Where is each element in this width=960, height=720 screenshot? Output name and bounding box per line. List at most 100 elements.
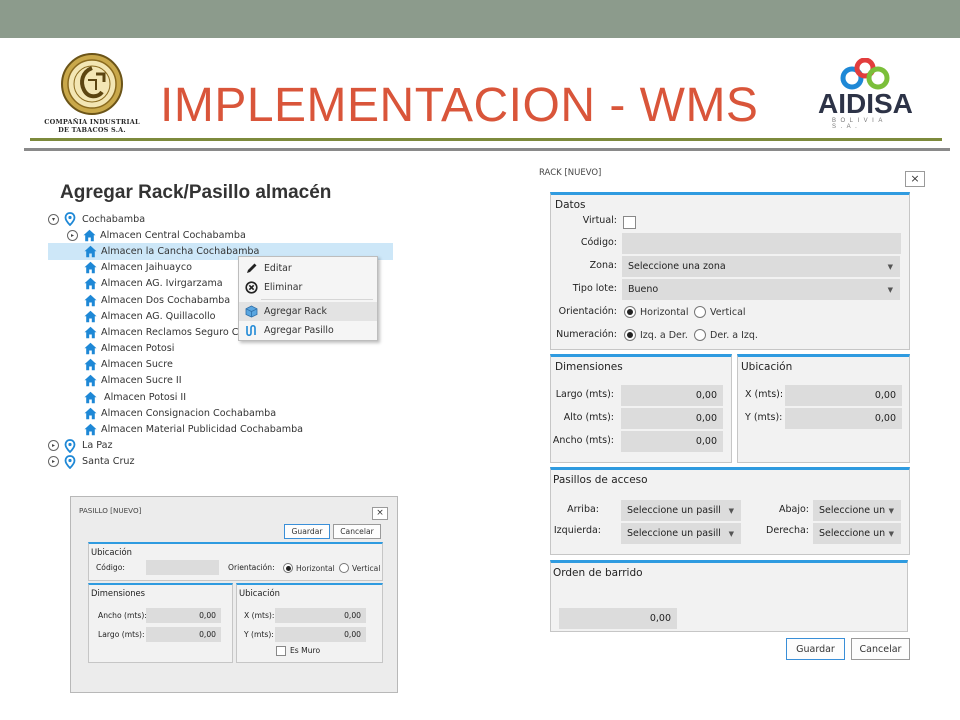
- orden-input[interactable]: 0,00: [559, 608, 677, 629]
- menu-item-agregar-rack[interactable]: Agregar Rack: [239, 302, 377, 321]
- dropdown-arrow-icon: ▼: [728, 529, 734, 538]
- tree-node-warehouse[interactable]: Almacen Material Publicidad Cochabamba: [48, 421, 393, 437]
- menu-item-agregar-pasillo[interactable]: Agregar Pasillo: [239, 321, 377, 340]
- abajo-label: Abajo:: [778, 504, 809, 515]
- dropdown-arrow-icon: ▼: [888, 506, 894, 515]
- radio-label: Der. a Izq.: [710, 329, 758, 341]
- orientacion-horizontal-radio[interactable]: Horizontal: [624, 306, 689, 318]
- numeracion-der-izq-radio[interactable]: Der. a Izq.: [694, 329, 758, 341]
- y-input[interactable]: 0,00: [785, 408, 902, 429]
- pasillo-x-input[interactable]: 0,00: [275, 608, 366, 623]
- warehouse-house-icon: [84, 359, 97, 371]
- pasillo-y-input[interactable]: 0,00: [275, 627, 366, 642]
- arriba-select[interactable]: Seleccione un pasill ▼: [621, 500, 741, 521]
- abajo-select[interactable]: Seleccione un ▼: [813, 500, 901, 521]
- tree-node-label: Almacen AG. Ivirgarzama: [101, 278, 223, 290]
- pasillo-largo-input[interactable]: 0,00: [146, 627, 221, 642]
- pasillo-guardar-button[interactable]: Guardar: [284, 524, 330, 539]
- es-muro-label: Es Muro: [290, 646, 321, 655]
- tipo-lote-value: Bueno: [628, 284, 659, 295]
- pasillo-dimensiones-group: Dimensiones Ancho (mts): 0,00 Largo (mts…: [88, 583, 233, 663]
- pasillo-codigo-input[interactable]: [146, 560, 219, 575]
- pasillo-ancho-input[interactable]: 0,00: [146, 608, 221, 623]
- pasillo-x-label: X (mts):: [244, 611, 275, 620]
- numeracion-izq-der-radio[interactable]: Izq. a Der.: [624, 329, 688, 341]
- numeracion-label: Numeración:: [556, 329, 617, 340]
- pasillo-dialog-title: PASILLO [NUEVO]: [79, 506, 142, 515]
- zona-label: Zona:: [589, 260, 617, 271]
- menu-item-editar[interactable]: Editar: [239, 259, 377, 278]
- header-rule-olive: [30, 138, 942, 141]
- tree-node-label: Cochabamba: [82, 213, 146, 225]
- group-title: Orden de barrido: [553, 567, 643, 579]
- tree-node-warehouse[interactable]: Almacen Sucre: [48, 357, 393, 373]
- tree-node-warehouse[interactable]: Almacen Consignacion Cochabamba: [48, 405, 393, 421]
- menu-item-eliminar[interactable]: Eliminar: [239, 278, 377, 297]
- radio-empty-icon: [694, 306, 706, 318]
- rack-datos-group: Datos Virtual: Código: Zona: Seleccione …: [550, 192, 910, 350]
- rack-close-button[interactable]: ×: [905, 171, 925, 187]
- ancho-input[interactable]: 0,00: [621, 431, 723, 452]
- es-muro-checkbox[interactable]: [276, 646, 286, 656]
- warehouse-house-icon: [83, 229, 96, 241]
- pasillo-horizontal-radio[interactable]: Horizontal: [283, 563, 335, 573]
- virtual-label: Virtual:: [582, 215, 617, 226]
- pasillo-close-button[interactable]: ×: [372, 507, 388, 520]
- largo-input[interactable]: 0,00: [621, 385, 723, 406]
- rack-dialog: RACK [NUEVO] × Datos Virtual: Código: Zo…: [535, 160, 935, 668]
- pasillo-codigo-label: Código:: [96, 563, 125, 572]
- slide-subtitle: Agregar Rack/Pasillo almacén: [60, 182, 332, 203]
- menu-item-label: Agregar Rack: [264, 306, 327, 317]
- pasillo-vertical-radio[interactable]: Vertical: [339, 563, 380, 573]
- pasillo-ancho-label: Ancho (mts):: [98, 611, 147, 620]
- collapse-icon[interactable]: ▾: [48, 213, 59, 225]
- pasillo-y-label: Y (mts):: [244, 630, 274, 639]
- tree-node-la-paz[interactable]: ▸ La Paz: [48, 438, 393, 454]
- expand-icon[interactable]: ▸: [48, 440, 59, 452]
- tipo-lote-select[interactable]: Bueno ▼: [622, 279, 900, 300]
- orientacion-vertical-radio[interactable]: Vertical: [694, 306, 746, 318]
- radio-empty-icon: [339, 563, 349, 573]
- menu-item-label: Editar: [264, 263, 292, 274]
- tree-node-warehouse[interactable]: ▸ Almacen Central Cochabamba: [48, 227, 393, 243]
- tree-node-root[interactable]: ▾ Cochabamba: [48, 211, 393, 227]
- alto-input[interactable]: 0,00: [621, 408, 723, 429]
- warehouse-house-icon: [84, 294, 97, 306]
- dropdown-arrow-icon: ▼: [888, 529, 894, 538]
- izquierda-select[interactable]: Seleccione un pasill ▼: [621, 523, 741, 544]
- tree-node-santa-cruz[interactable]: ▸ Santa Cruz: [48, 454, 393, 470]
- tree-node-warehouse[interactable]: Almacen Potosi II: [48, 389, 393, 405]
- expand-icon[interactable]: ▸: [67, 229, 78, 241]
- slide-title: IMPLEMENTACION - WMS: [160, 79, 759, 132]
- group-title: Dimensiones: [91, 588, 146, 598]
- warehouse-house-icon: [84, 261, 97, 274]
- rack-box-icon: [244, 305, 258, 319]
- company-logo: COMPAÑIA INDUSTRIAL DE TABACOS S.A.: [38, 52, 146, 136]
- delete-circle-icon: [244, 281, 258, 295]
- tree-node-label: Almacen Central Cochabamba: [100, 229, 246, 241]
- group-title: Datos: [555, 199, 586, 211]
- pasillo-orientacion-label: Orientación:: [228, 563, 275, 572]
- location-pin-icon: [64, 438, 76, 453]
- company-name-line1: COMPAÑIA INDUSTRIAL: [44, 118, 140, 126]
- derecha-select[interactable]: Seleccione un ▼: [813, 523, 901, 544]
- rack-guardar-button[interactable]: Guardar: [786, 638, 845, 660]
- radio-label: Horizontal: [640, 306, 689, 318]
- y-label: Y (mts):: [745, 412, 783, 423]
- rack-orden-group: Orden de barrido 0,00: [550, 560, 908, 632]
- arriba-value: Seleccione un pasill: [627, 505, 721, 516]
- dropdown-arrow-icon: ▼: [728, 506, 734, 515]
- tree-node-label: Almacen Jaihuayco: [101, 262, 192, 274]
- x-input[interactable]: 0,00: [785, 385, 902, 406]
- zona-select[interactable]: Seleccione una zona ▼: [622, 256, 900, 277]
- rack-cancelar-button[interactable]: Cancelar: [851, 638, 910, 660]
- izquierda-value: Seleccione un pasill: [627, 528, 721, 539]
- virtual-checkbox[interactable]: [623, 216, 636, 229]
- tree-node-warehouse[interactable]: Almacen Potosi: [48, 341, 393, 357]
- group-title: Ubicación: [91, 547, 132, 557]
- expand-icon[interactable]: ▸: [48, 456, 59, 468]
- tree-node-warehouse[interactable]: Almacen Sucre II: [48, 373, 393, 389]
- pasillo-cancelar-button[interactable]: Cancelar: [333, 524, 381, 539]
- group-title: Ubicación: [239, 588, 280, 598]
- codigo-input[interactable]: [622, 233, 901, 254]
